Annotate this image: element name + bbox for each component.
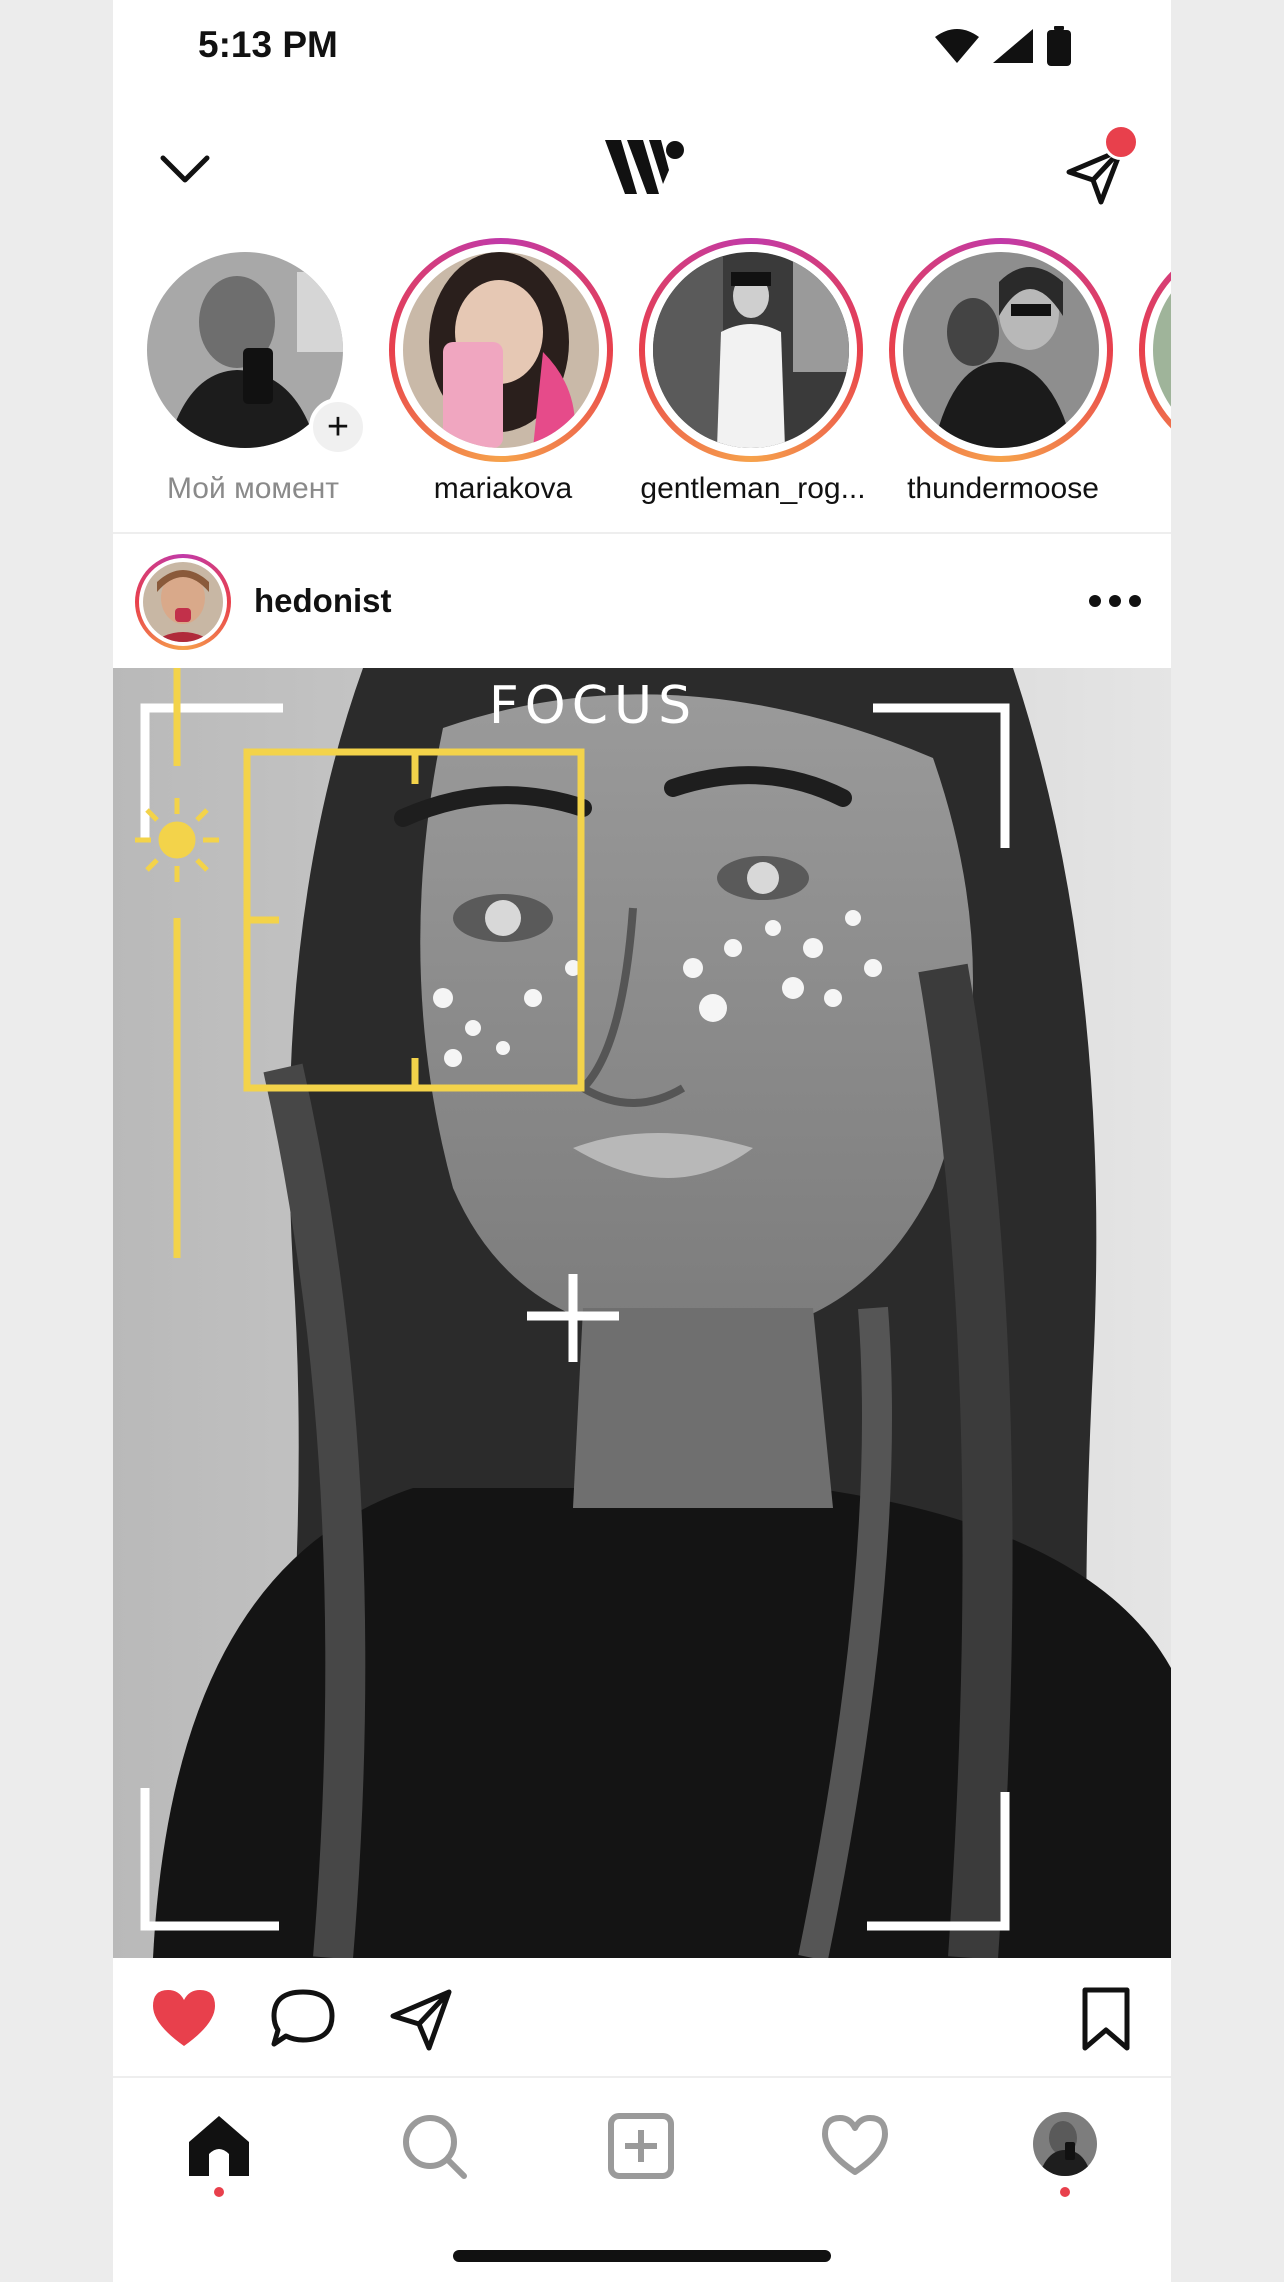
add-story-button[interactable]: +: [309, 398, 367, 456]
cellular-icon: [993, 29, 1033, 63]
post-actions: [113, 1960, 1171, 2078]
story-item[interactable]: gentleman_rog...: [633, 236, 866, 526]
post-image[interactable]: FOCUS: [113, 668, 1171, 1958]
story-label: thundermoose: [907, 472, 1099, 505]
story-item[interactable]: thundermoose: [883, 236, 1113, 526]
story-ring: [1139, 238, 1171, 462]
stories-tray: + Мой момент mariakova gentleman_rog... …: [113, 236, 1171, 534]
activity-heart-icon[interactable]: [819, 2110, 891, 2182]
home-icon[interactable]: [183, 2110, 255, 2182]
post-author-avatar[interactable]: [135, 554, 231, 650]
notification-badge: [1103, 124, 1139, 160]
story-avatar: [903, 252, 1099, 448]
comment-icon[interactable]: [268, 1984, 338, 2054]
focus-overlay-text: FOCUS: [488, 676, 698, 736]
post-username[interactable]: hedonist: [254, 582, 392, 620]
story-ring: [639, 238, 863, 462]
story-ring: [389, 238, 613, 462]
more-options-icon[interactable]: [1085, 588, 1145, 614]
home-active-dot: [214, 2187, 224, 2197]
app-header: [113, 120, 1171, 220]
story-own[interactable]: + Мой момент: [133, 236, 367, 526]
story-avatar: [403, 252, 599, 448]
story-ring: [889, 238, 1113, 462]
story-avatar: [653, 252, 849, 448]
heart-icon[interactable]: [149, 1984, 219, 2054]
story-avatar: [1153, 252, 1171, 448]
battery-icon: [1047, 26, 1071, 66]
sun-icon: [135, 798, 219, 882]
story-label: mariakova: [433, 472, 573, 505]
app-logo-icon[interactable]: [603, 136, 687, 200]
story-label: Мой момент: [166, 472, 340, 505]
status-time: 5:13 PM: [198, 24, 338, 65]
story-label: gentleman_rog...: [640, 472, 866, 505]
search-icon[interactable]: [398, 2110, 470, 2182]
profile-avatar[interactable]: [1033, 2112, 1097, 2176]
create-post-icon[interactable]: [605, 2110, 677, 2182]
profile-notification-dot: [1060, 2187, 1070, 2197]
wifi-icon: [935, 29, 979, 63]
phone-screen: 5:13 PM + Мой момент mariakova gentleman…: [113, 0, 1171, 2282]
status-icons: [935, 26, 1071, 66]
post-header: hedonist: [113, 548, 1171, 668]
story-item[interactable]: mariakova: [383, 236, 613, 526]
share-icon[interactable]: [387, 1984, 457, 2054]
home-indicator: [453, 2250, 831, 2262]
chevron-down-icon[interactable]: [157, 144, 213, 192]
story-item[interactable]: [1133, 236, 1171, 526]
status-bar: 5:13 PM: [113, 0, 1171, 96]
bottom-nav: [113, 2080, 1171, 2220]
bookmark-icon[interactable]: [1071, 1984, 1141, 2054]
